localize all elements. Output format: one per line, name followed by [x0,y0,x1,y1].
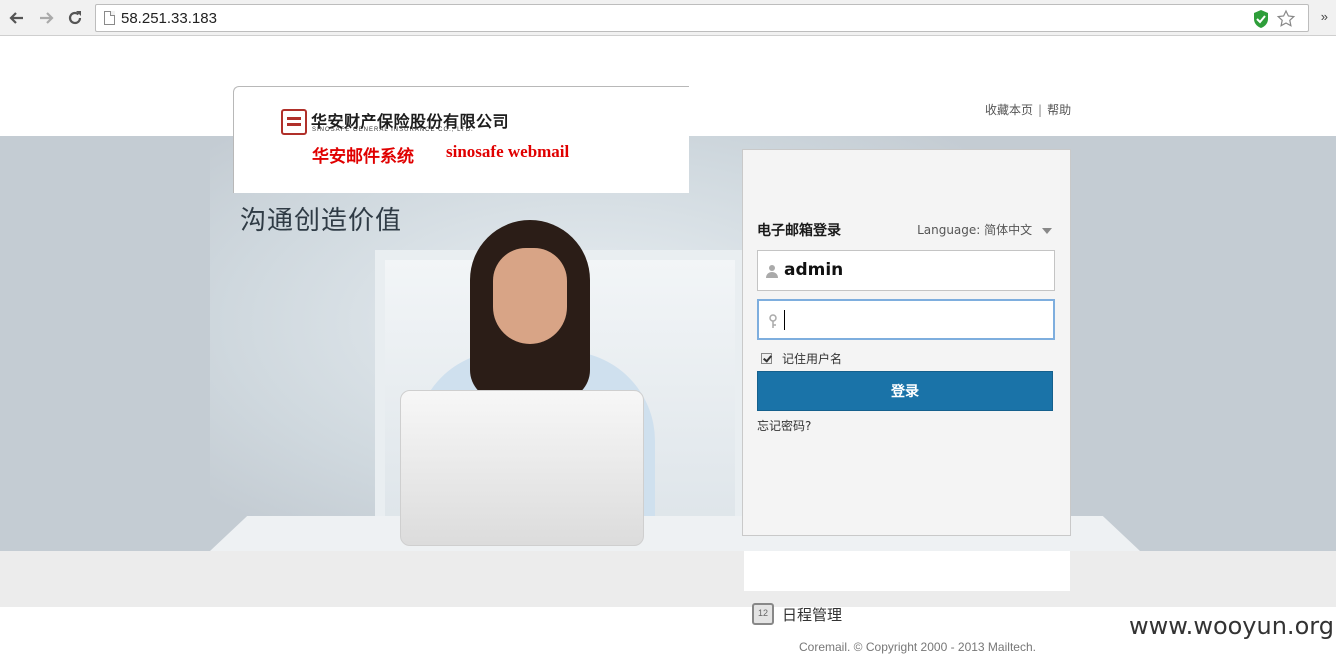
language-label: Language: [917,223,981,237]
forward-arrow-icon [40,12,54,24]
system-name-en: sinosafe webmail [446,142,570,161]
lower-band [0,551,1336,607]
chevron-down-icon [1042,227,1052,234]
forgot-password-link[interactable]: 忘记密码? [757,417,811,434]
language-selector[interactable]: Language: 简体中文 [917,221,1052,238]
link-separator: | [1038,103,1043,117]
password-field[interactable] [757,299,1055,340]
more-tools-button[interactable]: » [1321,9,1328,24]
hero-slogan: 沟通创造价值 [240,206,403,236]
remember-username-checkbox[interactable]: 记住用户名 [761,350,842,367]
footer-patch [744,551,1070,591]
browser-toolbar: 58.251.33.183 » [0,0,1336,36]
username-field[interactable]: admin [757,250,1055,291]
key-icon [769,314,777,328]
page-icon [104,11,115,25]
address-bar[interactable]: 58.251.33.183 [95,4,1309,32]
forward-button[interactable] [35,7,57,29]
language-value: 简体中文 [984,223,1033,237]
username-value[interactable]: admin [784,260,843,280]
feature-calendar-label: 日程管理 [782,605,843,624]
remember-username-label: 记住用户名 [782,352,843,366]
reload-icon [68,11,82,25]
hero-laptop [400,390,644,546]
checkbox-checked-icon[interactable] [761,353,772,364]
system-name-cn: 华安邮件系统 [312,147,414,167]
text-cursor [784,310,785,330]
bookmark-page-link[interactable]: 收藏本页 [985,103,1033,117]
logo-box: 华安财产保险股份有限公司 SINOSAFE GENERAL INSURANCE … [233,86,689,193]
calendar-icon: 12 [752,603,774,625]
hero-person-face [493,248,567,344]
feature-calendar[interactable]: 12 日程管理 [752,603,842,625]
hero-banner: 沟通创造价值 [0,136,1336,551]
login-panel: 电子邮箱登录 Language: 简体中文 admin 记住用户名 登录 忘记密… [742,149,1071,536]
login-title: 电子邮箱登录 [757,223,841,239]
url-text[interactable]: 58.251.33.183 [121,10,217,27]
shield-check-icon[interactable] [1252,9,1270,29]
user-icon [766,265,778,278]
top-links: 收藏本页 | 帮助 [985,101,1071,118]
company-name-en: SINOSAFE GENERAL INSURANCE CO., LTD. [312,127,474,133]
copyright-text: Coremail. © Copyright 2000 - 2013 Mailte… [799,640,1036,654]
login-button[interactable]: 登录 [757,371,1053,411]
help-link[interactable]: 帮助 [1047,103,1071,117]
bookmark-star-icon[interactable] [1276,9,1296,29]
company-logo-icon [281,109,307,135]
back-arrow-icon [9,12,23,24]
back-button[interactable] [6,7,28,29]
watermark-text: www.wooyun.org [1129,612,1334,640]
reload-button[interactable] [64,7,86,29]
